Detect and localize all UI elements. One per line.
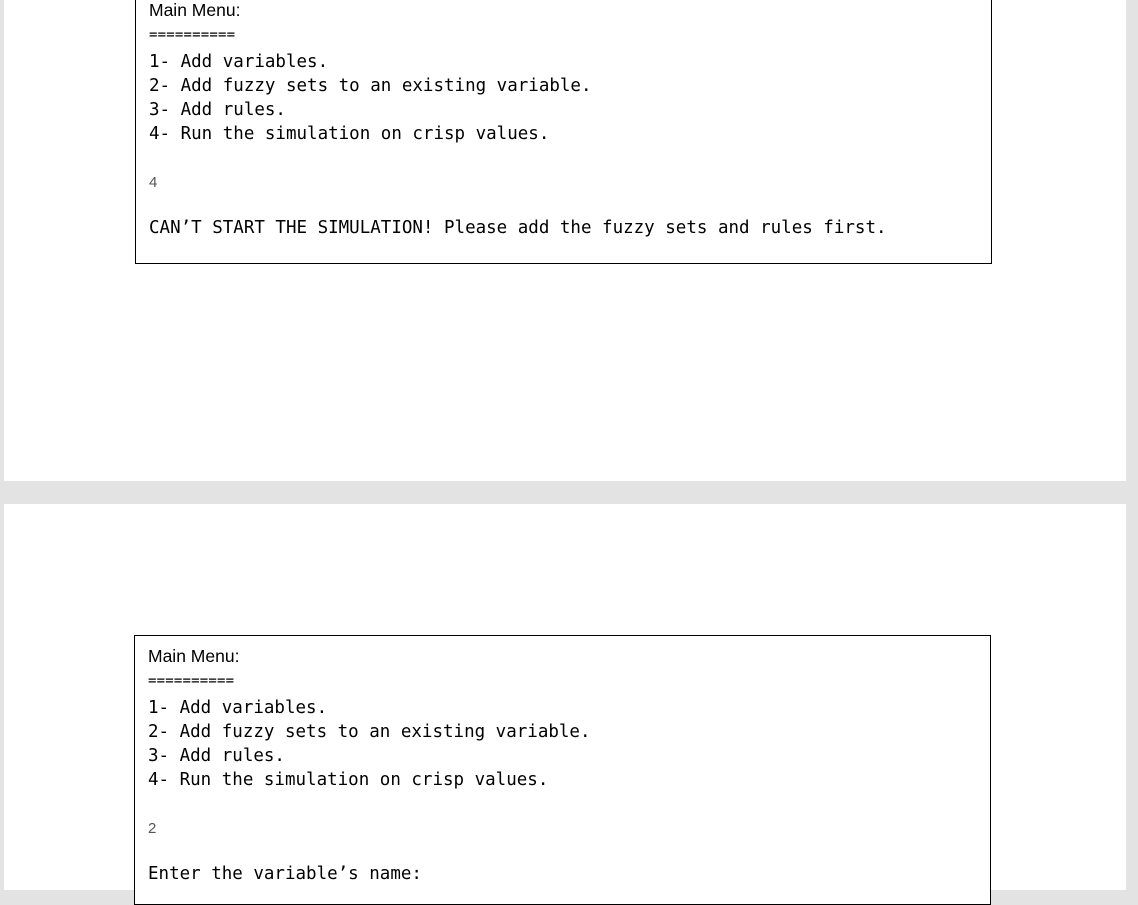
document-page-1: Main Menu: ========== 1- Add variables. …: [4, 0, 1126, 481]
user-input-value: 2: [148, 820, 157, 837]
menu-item-run-simulation: 4- Run the simulation on crisp values.: [149, 124, 550, 144]
menu-item-add-rules: 3- Add rules.: [148, 746, 285, 766]
menu-item-add-fuzzy-sets: 2- Add fuzzy sets to an existing variabl…: [148, 722, 591, 742]
document-page-2: Main Menu: ========== 1- Add variables. …: [4, 504, 1126, 905]
menu-item-add-variables: 1- Add variables.: [148, 698, 328, 718]
console-output-box: Main Menu: ========== 1- Add variables. …: [135, 0, 992, 264]
console-output-box: Main Menu: ========== 1- Add variables. …: [134, 635, 991, 905]
user-input-value: 4: [149, 174, 158, 191]
program-output-message: CAN’T START THE SIMULATION! Please add t…: [149, 218, 887, 238]
program-output-prompt: Enter the variable’s name:: [148, 864, 422, 884]
menu-item-run-simulation: 4- Run the simulation on crisp values.: [148, 770, 549, 790]
menu-item-add-fuzzy-sets: 2- Add fuzzy sets to an existing variabl…: [149, 76, 592, 96]
menu-title: Main Menu:: [148, 646, 240, 666]
menu-separator: ==========: [149, 27, 236, 43]
menu-separator: ==========: [148, 673, 235, 689]
menu-item-add-variables: 1- Add variables.: [149, 52, 329, 72]
menu-item-add-rules: 3- Add rules.: [149, 100, 286, 120]
menu-title: Main Menu:: [149, 0, 241, 20]
